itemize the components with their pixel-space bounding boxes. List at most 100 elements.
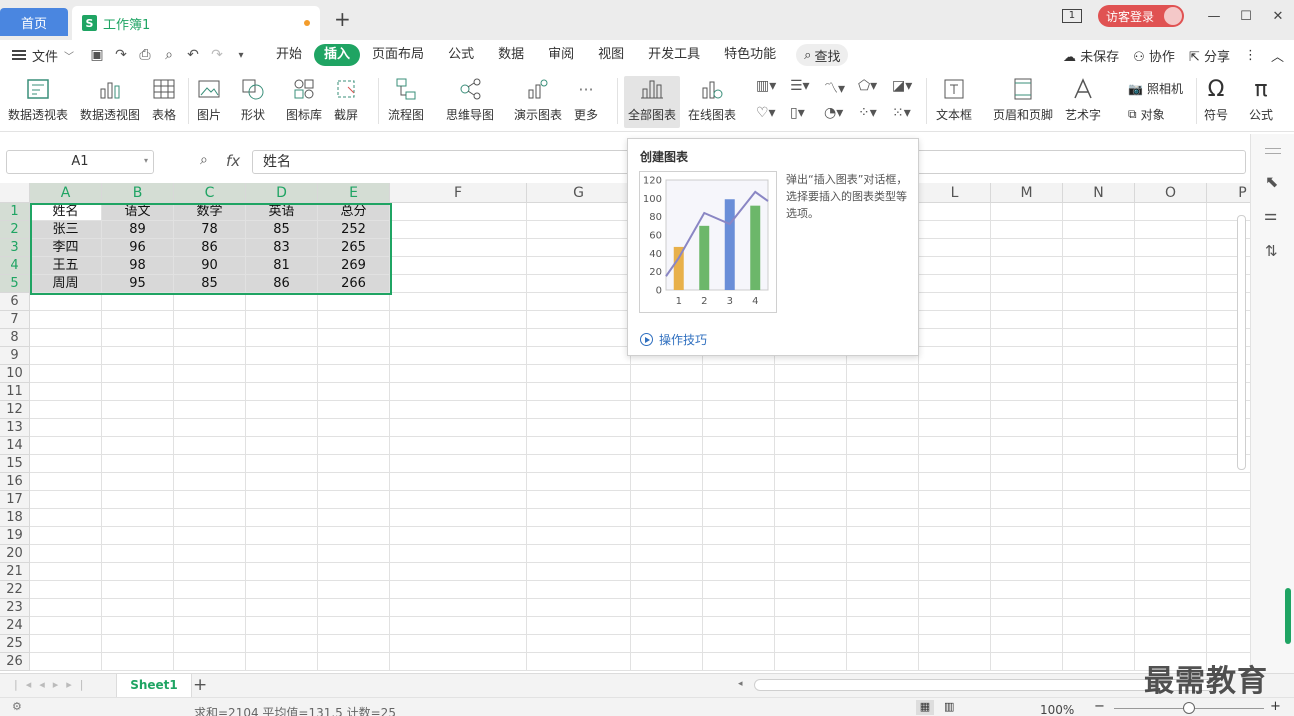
cell-n3[interactable] [1063, 239, 1135, 257]
mindmap-button[interactable]: 思维导图 [446, 76, 494, 123]
cell-b15[interactable] [102, 455, 174, 473]
cell-h24[interactable] [631, 617, 703, 635]
cell-o10[interactable] [1135, 365, 1207, 383]
cell-n4[interactable] [1063, 257, 1135, 275]
radar-chart-icon[interactable]: ⬠▾ [858, 78, 877, 94]
cell-f12[interactable] [390, 401, 527, 419]
cell-l14[interactable] [919, 437, 991, 455]
cell-c14[interactable] [174, 437, 246, 455]
row-header[interactable]: 6 [0, 293, 30, 311]
cell-o20[interactable] [1135, 545, 1207, 563]
row-header[interactable]: 2 [0, 221, 30, 239]
cell-l5[interactable] [919, 275, 991, 293]
cell-m15[interactable] [991, 455, 1063, 473]
cell-f3[interactable] [390, 239, 527, 257]
cell-e25[interactable] [318, 635, 390, 653]
cell-l9[interactable] [919, 347, 991, 365]
cell-d14[interactable] [246, 437, 318, 455]
icon-library-button[interactable]: 图标库 [286, 76, 322, 123]
cell-p16[interactable] [1207, 473, 1250, 491]
cell-d2[interactable]: 85 [246, 221, 318, 239]
cell-f17[interactable] [390, 491, 527, 509]
cell-a1[interactable]: 姓名 [30, 203, 102, 221]
cell-f20[interactable] [390, 545, 527, 563]
cell-c10[interactable] [174, 365, 246, 383]
cell-g25[interactable] [527, 635, 631, 653]
cell-m3[interactable] [991, 239, 1063, 257]
cell-b24[interactable] [102, 617, 174, 635]
zoom-formula-icon[interactable]: ⌕ [200, 152, 208, 168]
new-tab-button[interactable]: + [334, 9, 351, 29]
cell-a25[interactable] [30, 635, 102, 653]
cell-j20[interactable] [775, 545, 847, 563]
cell-c17[interactable] [174, 491, 246, 509]
cell-o16[interactable] [1135, 473, 1207, 491]
row-header[interactable]: 1 [0, 203, 30, 221]
cell-l1[interactable] [919, 203, 991, 221]
cell-o15[interactable] [1135, 455, 1207, 473]
cell-a26[interactable] [30, 653, 102, 671]
cell-g8[interactable] [527, 329, 631, 347]
tab-view[interactable]: 视图 [586, 44, 636, 66]
cell-o6[interactable] [1135, 293, 1207, 311]
cell-k20[interactable] [847, 545, 919, 563]
cell-f6[interactable] [390, 293, 527, 311]
zoom-in-icon[interactable]: + [1270, 699, 1281, 714]
cell-c22[interactable] [174, 581, 246, 599]
cell-j12[interactable] [775, 401, 847, 419]
row-header[interactable]: 14 [0, 437, 30, 455]
cell-e23[interactable] [318, 599, 390, 617]
cell-e17[interactable] [318, 491, 390, 509]
cell-n24[interactable] [1063, 617, 1135, 635]
cell-n26[interactable] [1063, 653, 1135, 671]
cell-b1[interactable]: 语文 [102, 203, 174, 221]
cell-j16[interactable] [775, 473, 847, 491]
cell-j18[interactable] [775, 509, 847, 527]
cell-e14[interactable] [318, 437, 390, 455]
cell-g5[interactable] [527, 275, 631, 293]
cell-f10[interactable] [390, 365, 527, 383]
cell-e21[interactable] [318, 563, 390, 581]
cell-a22[interactable] [30, 581, 102, 599]
row-header[interactable]: 5 [0, 275, 30, 293]
cell-l10[interactable] [919, 365, 991, 383]
cell-g24[interactable] [527, 617, 631, 635]
cell-n8[interactable] [1063, 329, 1135, 347]
row-header[interactable]: 17 [0, 491, 30, 509]
cell-m10[interactable] [991, 365, 1063, 383]
cell-d13[interactable] [246, 419, 318, 437]
cell-o5[interactable] [1135, 275, 1207, 293]
cell-c13[interactable] [174, 419, 246, 437]
cell-e19[interactable] [318, 527, 390, 545]
settings-icon[interactable]: ⚙ [12, 700, 22, 713]
cell-d23[interactable] [246, 599, 318, 617]
cell-m1[interactable] [991, 203, 1063, 221]
cell-b3[interactable]: 96 [102, 239, 174, 257]
cell-c2[interactable]: 78 [174, 221, 246, 239]
all-charts-button[interactable]: 全部图表 [624, 76, 681, 128]
cell-m5[interactable] [991, 275, 1063, 293]
cell-c5[interactable]: 85 [174, 275, 246, 293]
cell-b17[interactable] [102, 491, 174, 509]
share-button[interactable]: ⇱ 分享 [1189, 46, 1230, 65]
green-scroll-indicator[interactable] [1285, 588, 1291, 644]
cell-a2[interactable]: 张三 [30, 221, 102, 239]
pivot-table-button[interactable]: 数据透视表 [8, 76, 68, 123]
cell-b14[interactable] [102, 437, 174, 455]
cell-i15[interactable] [703, 455, 775, 473]
cell-l3[interactable] [919, 239, 991, 257]
cell-c24[interactable] [174, 617, 246, 635]
cell-e1[interactable]: 总分 [318, 203, 390, 221]
cell-d4[interactable]: 81 [246, 257, 318, 275]
column-header-f[interactable]: F [390, 183, 527, 203]
pie-chart-icon[interactable]: ◔▾ [824, 105, 843, 121]
cell-e18[interactable] [318, 509, 390, 527]
cell-e7[interactable] [318, 311, 390, 329]
cell-l20[interactable] [919, 545, 991, 563]
cell-a24[interactable] [30, 617, 102, 635]
cell-f22[interactable] [390, 581, 527, 599]
cell-e20[interactable] [318, 545, 390, 563]
cell-m20[interactable] [991, 545, 1063, 563]
maximize-icon[interactable]: ☐ [1230, 9, 1262, 24]
cell-p25[interactable] [1207, 635, 1250, 653]
